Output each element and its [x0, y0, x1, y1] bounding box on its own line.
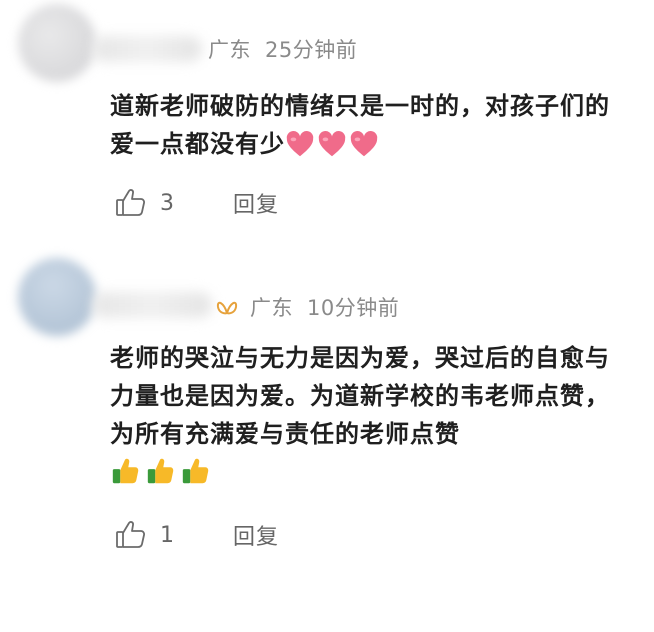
comment-actions: 3 回复: [114, 186, 279, 220]
thumbs-up-icon: [116, 189, 145, 216]
emoji-group: [285, 130, 379, 160]
thumbs-up-icon: [116, 521, 145, 548]
comment-text-content: 老师的哭泣与无力是因为爱，哭过后的自愈与力量也是因为爱。为道新学校的韦老师点赞，…: [110, 344, 610, 448]
comment-text: 老师的哭泣与无力是因为爱，哭过后的自愈与力量也是因为爱。为道新学校的韦老师点赞，…: [110, 339, 630, 453]
emoji-group: [110, 456, 210, 486]
butterfly-badge-icon: [216, 301, 238, 315]
comment-time: 25分钟前: [265, 38, 358, 62]
comment-location: 广东: [208, 38, 251, 62]
comment-time: 10分钟前: [307, 296, 400, 320]
thumbs-up-emoji-icon: [112, 458, 139, 484]
like-count: 3: [160, 190, 174, 216]
heart-emoji-icon: [318, 131, 346, 157]
reply-button[interactable]: 回复: [233, 519, 279, 551]
reply-button[interactable]: 回复: [233, 187, 279, 219]
thumbs-up-emoji-icon: [183, 458, 209, 484]
username-blurred[interactable]: [92, 292, 212, 318]
comment-text: 道新老师破防的情绪只是一时的，对孩子们的爱一点都没有少: [110, 87, 630, 163]
like-button[interactable]: 3: [114, 186, 174, 220]
heart-emoji-icon: [286, 131, 314, 157]
comment-meta: 广东 10分钟前: [250, 292, 413, 322]
thumbs-up-emoji-icon: [147, 458, 174, 484]
username-blurred[interactable]: [92, 36, 202, 62]
like-count: 1: [160, 522, 174, 548]
comment-item-2: 广东 10分钟前 老师的哭泣与无力是因为爱，哭过后的自愈与力量也是因为爱。为道新学…: [0, 258, 654, 632]
comment-meta: 广东 25分钟前: [208, 34, 371, 64]
avatar[interactable]: [18, 4, 96, 82]
comment-item-1: 广东 25分钟前 道新老师破防的情绪只是一时的，对孩子们的爱一点都没有少 3 回复: [0, 0, 654, 260]
comment-actions: 1 回复: [114, 518, 279, 552]
comment-location: 广东: [250, 296, 293, 320]
avatar[interactable]: [18, 258, 96, 336]
heart-emoji-icon: [350, 131, 378, 157]
like-button[interactable]: 1: [114, 518, 174, 552]
